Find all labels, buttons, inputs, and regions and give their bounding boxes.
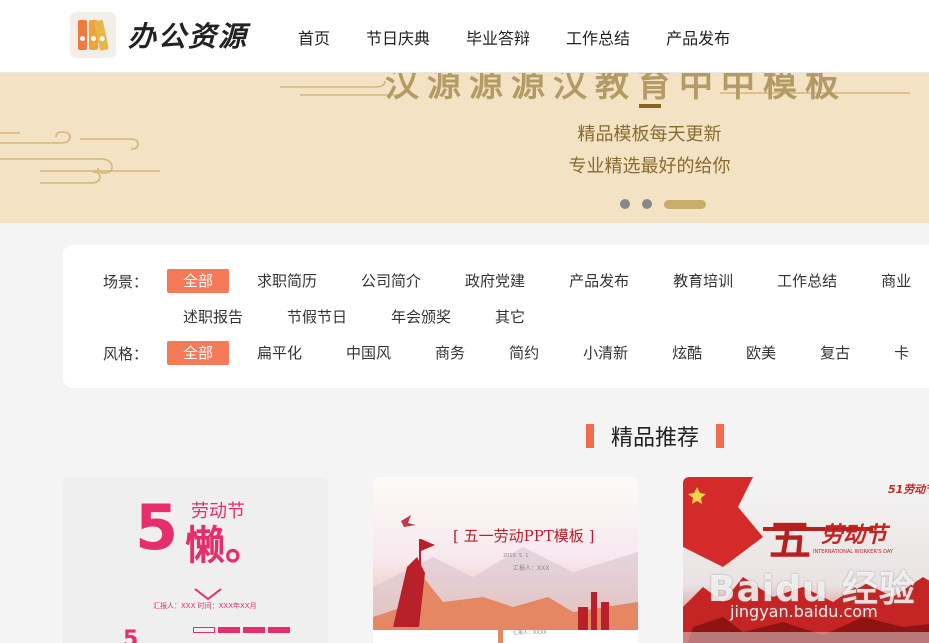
baidu-watermark-url: jingyan.baidu.com [730,602,878,621]
nav-home[interactable]: 首页 [280,25,348,49]
card1-big-number: 5 [135,491,179,564]
style-tag[interactable]: 卡 [878,341,925,365]
card1-chevron-icon [194,588,222,601]
hero-banner[interactable]: 汉源源源汉教育中中模板 精品模板每天更新 专业精选最好的给你 [0,73,929,223]
card3-big-char: 五 [769,516,812,565]
card2-date: 2019. 5. 1 [503,553,529,559]
carousel-dot-3[interactable] [664,199,706,209]
nav-festival[interactable]: 节日庆典 [348,25,448,49]
site-header: 办公资源 首页 节日庆典 毕业答辩 工作总结 产品发布 [0,0,929,73]
filter-panel: 场景： 全部 求职简历 公司简介 政府党建 产品发布 教育培训 工作总结 商业 … [63,245,929,388]
template-card-1[interactable]: 5 劳动节 懒。 汇报人：XXX 时间：XXX年XX月 5 [63,477,328,643]
site-logo[interactable]: 办公资源 [70,12,248,58]
binders-icon [70,12,116,58]
section-title: 精品推荐 [611,426,700,451]
banner-divider [639,104,661,108]
style-label: 风格： [103,344,149,363]
banner-tagline-1: 精品模板每天更新 [577,124,722,145]
scene-tag[interactable]: 其它 [479,305,541,329]
logo-text: 办公资源 [128,20,249,53]
style-tag[interactable]: 简约 [493,341,555,365]
card3-top-text: 51劳动节 [888,483,929,496]
style-tag[interactable]: 小清新 [567,341,644,365]
nav-work-summary[interactable]: 工作总结 [548,25,648,49]
section-bar-right [716,424,725,448]
banner-tagline-2: 专业精选最好的给你 [568,156,731,177]
style-filter-row: 风格： 全部 扁平化 中国风 商务 简约 小清新 炫酷 欧美 复古 卡 [103,341,925,365]
scene-label: 场景： [103,272,149,291]
style-tag-all[interactable]: 全部 [167,341,230,365]
style-tag[interactable]: 欧美 [730,341,792,365]
card1-info: 汇报人：XXX 时间：XXX年XX月 [153,602,257,610]
banner-title: 汉源源源汉教育中中模板 [385,73,847,105]
card2-foot: 汇报人：XXXX [513,630,547,636]
scene-tag[interactable]: 教育培训 [657,269,749,293]
style-tag[interactable]: 商务 [419,341,481,365]
scene-filter-row: 场景： 全部 求职简历 公司简介 政府党建 产品发布 教育培训 工作总结 商业 [103,269,927,293]
style-tag[interactable]: 中国风 [330,341,407,365]
scene-tag[interactable]: 商业 [865,269,927,293]
card1-foot-number: 5 [123,627,139,643]
scene-tag[interactable]: 年会颁奖 [375,305,467,329]
carousel-dots [620,199,718,209]
section-header: 精品推荐 [586,420,725,452]
scene-tag[interactable]: 工作总结 [761,269,853,293]
card2-title: [ 五一劳动PPT模板 ] [453,527,595,545]
main-nav: 首页 节日庆典 毕业答辩 工作总结 产品发布 [280,0,748,73]
scene-tag[interactable]: 公司简介 [345,269,437,293]
carousel-dot-2[interactable] [642,199,652,209]
nav-product-launch[interactable]: 产品发布 [648,25,748,49]
carousel-dot-1[interactable] [620,199,630,209]
scene-tag[interactable]: 述职报告 [167,305,259,329]
card3-festival: 劳动节 [821,523,888,548]
scene-tag[interactable]: 政府党建 [449,269,541,293]
section-bar-left [586,424,594,448]
card2-reporter: 汇报人：XXX [513,565,550,572]
style-tag[interactable]: 扁平化 [241,341,318,365]
scene-filter-row-2: 述职报告 节假节日 年会颁奖 其它 [167,305,541,329]
card1-lazy: 懒。 [185,523,265,569]
card2-illustration [373,515,638,643]
nav-graduation[interactable]: 毕业答辩 [448,25,548,49]
scene-tag[interactable]: 产品发布 [553,269,645,293]
style-tag[interactable]: 炫酷 [656,341,718,365]
template-card-2[interactable]: [ 五一劳动PPT模板 ] 2019. 5. 1 汇报人：XXX 汇报人：XXX… [373,477,638,643]
style-tag[interactable]: 复古 [804,341,866,365]
scene-tag[interactable]: 求职简历 [241,269,333,293]
card3-english: INTERNATIONAL WORKER'S DAY [813,549,893,555]
scene-tag[interactable]: 节假节日 [271,305,363,329]
card1-tabs [193,627,290,633]
scene-tag-all[interactable]: 全部 [167,269,230,293]
